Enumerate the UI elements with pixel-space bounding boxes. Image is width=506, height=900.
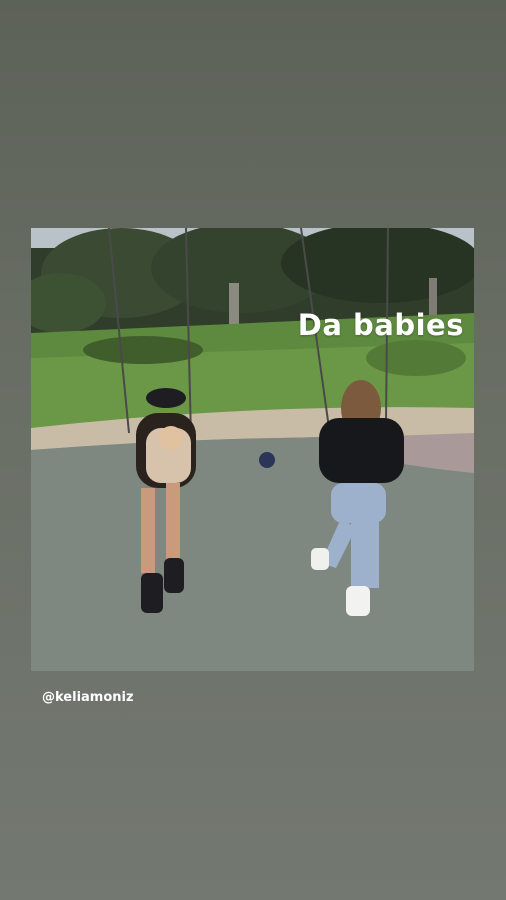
story-frame: Da babies @keliamoniz bbox=[0, 0, 506, 900]
park-swing-photo bbox=[31, 228, 474, 671]
story-caption-text: Da babies bbox=[297, 308, 464, 342]
user-mention-link[interactable]: @keliamoniz bbox=[42, 690, 134, 705]
story-photo: Da babies bbox=[31, 228, 474, 671]
